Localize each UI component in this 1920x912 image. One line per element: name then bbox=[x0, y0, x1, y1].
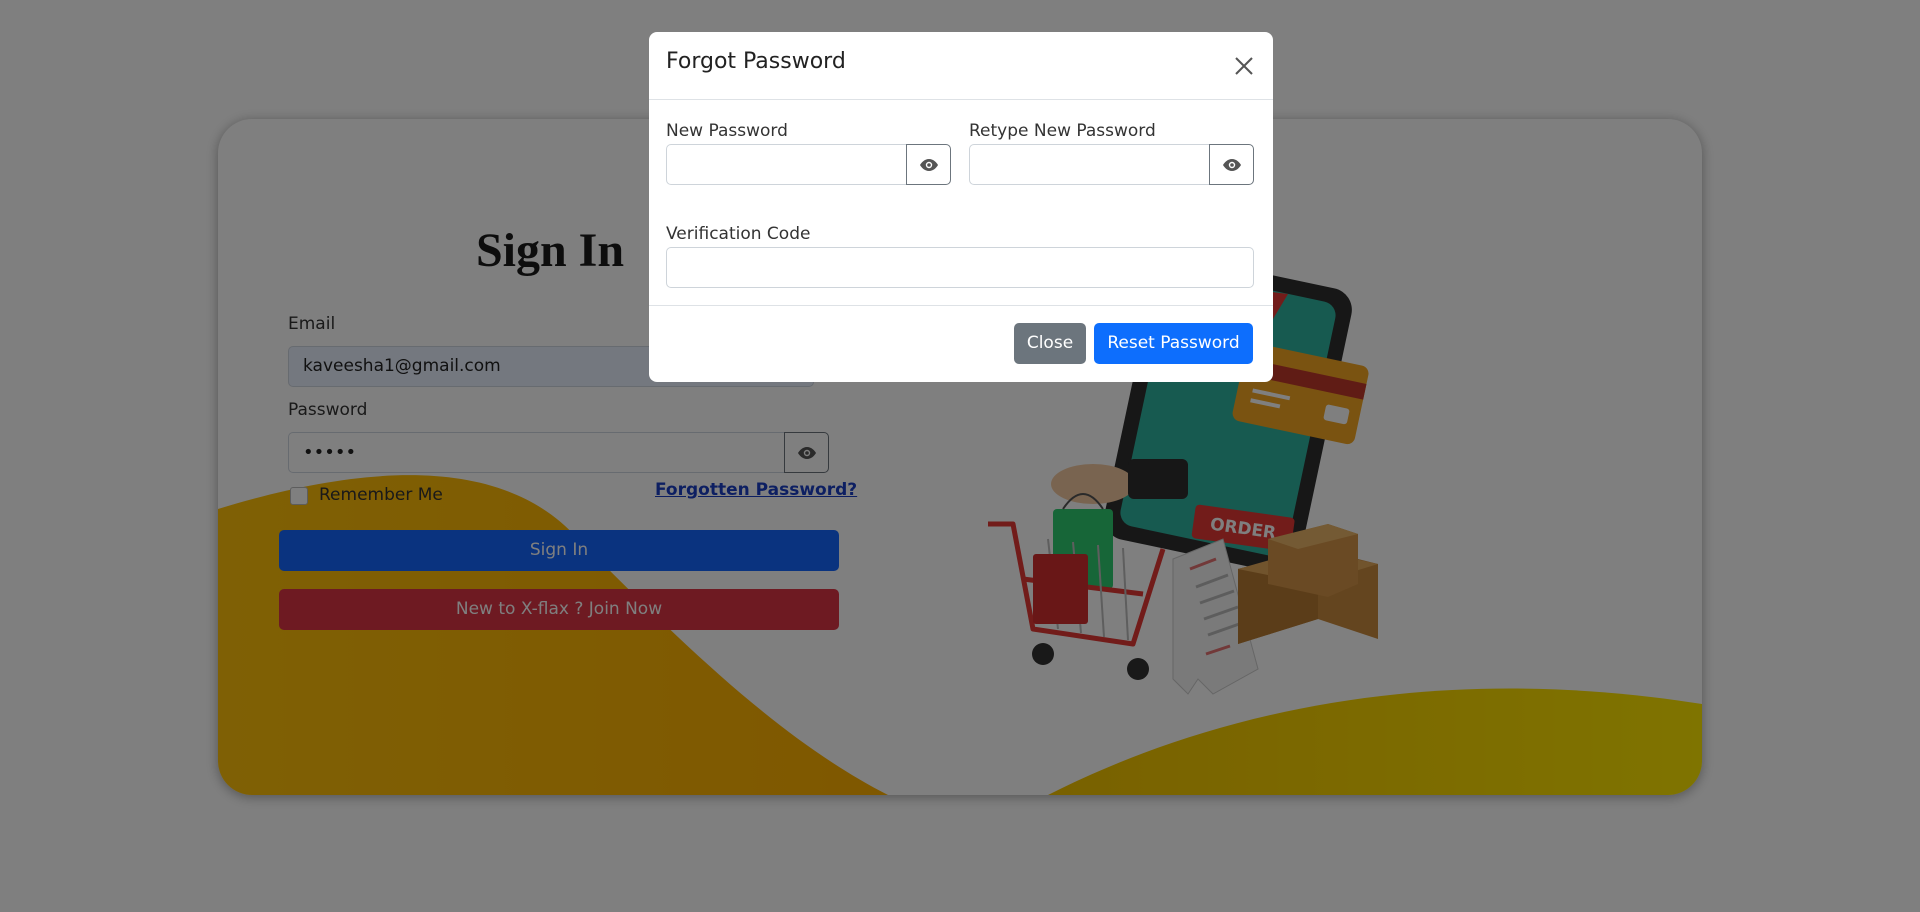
retype-password-field[interactable] bbox=[969, 144, 1210, 185]
eye-icon bbox=[1222, 158, 1241, 171]
new-password-label: New Password bbox=[666, 121, 788, 141]
retype-password-label: Retype New Password bbox=[969, 121, 1156, 141]
reset-password-button[interactable]: Reset Password bbox=[1094, 323, 1253, 364]
eye-icon bbox=[919, 158, 938, 171]
verification-code-field[interactable] bbox=[666, 247, 1254, 288]
close-button[interactable]: Close bbox=[1014, 323, 1086, 364]
modal-title: Forgot Password bbox=[666, 49, 846, 74]
show-new-password-button[interactable] bbox=[906, 144, 951, 185]
forgot-password-modal: Forgot Password New Password Retype New … bbox=[649, 32, 1273, 382]
show-retype-password-button[interactable] bbox=[1209, 144, 1254, 185]
modal-footer: Close Reset Password bbox=[649, 305, 1273, 382]
verification-code-label: Verification Code bbox=[666, 224, 811, 244]
modal-header: Forgot Password bbox=[649, 32, 1273, 100]
close-icon[interactable] bbox=[1233, 55, 1255, 77]
new-password-field[interactable] bbox=[666, 144, 907, 185]
